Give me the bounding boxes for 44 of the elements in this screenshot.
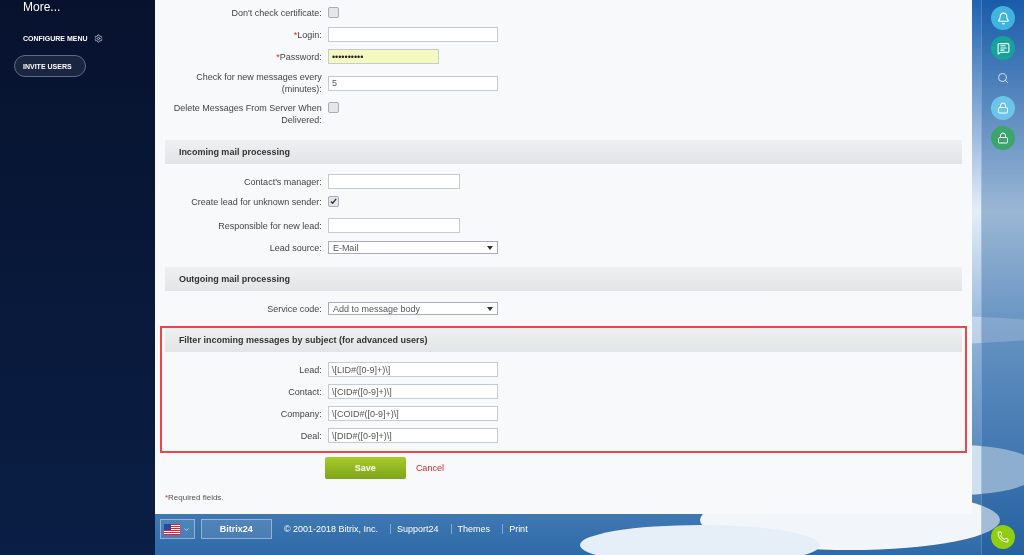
input-field[interactable]: \[DID#([0-9]+)\] — [327, 428, 498, 443]
field-label: *Password: — [275, 50, 323, 63]
field-label: Contact: — [287, 385, 323, 398]
field-label: Deal: — [299, 429, 323, 442]
field-label: Check for new messages every (minutes): — [195, 71, 323, 95]
field-label: Delete Messages From Server When Delivered: — [172, 102, 323, 126]
section-heading: Incoming mail processing — [164, 140, 962, 164]
settings-icon[interactable] — [93, 34, 103, 43]
field-label: Lead: — [298, 363, 323, 376]
checkbox[interactable] — [327, 7, 339, 18]
menu-item[interactable]: More... — [23, 0, 141, 14]
input-field[interactable] — [327, 27, 498, 42]
field-label: Create lead for unknown sender: — [190, 196, 323, 208]
field-label: Don't check certificate: — [230, 6, 323, 19]
flag-icon — [164, 523, 181, 535]
input-field[interactable] — [327, 218, 460, 233]
dropdown[interactable]: Add to message body — [327, 302, 498, 315]
language-button[interactable] — [159, 519, 195, 539]
section-heading: Filter incoming messages by subject (for advanced users) — [164, 328, 962, 352]
input-field[interactable]: \[COID#([0-9]+)\] — [327, 406, 498, 421]
checkbox[interactable] — [327, 196, 339, 207]
input-field[interactable] — [327, 174, 460, 189]
field-label: Service code: — [266, 302, 323, 315]
password-field[interactable]: •••••••••• — [327, 49, 439, 64]
caret-icon — [486, 245, 493, 250]
brand-button[interactable]: Bitrix24 — [200, 519, 272, 539]
section-heading: Outgoing mail processing — [164, 267, 962, 291]
cancel-link[interactable]: Cancel — [415, 463, 444, 473]
dropdown[interactable]: E-Mail — [327, 241, 498, 254]
field-label: Company: — [279, 407, 323, 420]
footer-link[interactable]: Support24 — [390, 524, 445, 534]
footer-link[interactable]: Themes — [450, 524, 497, 534]
footer-link[interactable]: Print — [502, 524, 534, 534]
input-field[interactable]: 5 — [327, 75, 498, 91]
input-field[interactable]: \[LID#([0-9]+)\] — [327, 362, 498, 377]
caret-icon — [183, 525, 191, 533]
copyright-text: © 2001-2018 Bitrix, Inc. — [282, 524, 380, 534]
field-label: Lead source: — [268, 241, 323, 254]
required-note: *Required fields. — [164, 493, 224, 502]
input-field[interactable]: \[CID#([0-9]+)\] — [327, 384, 498, 399]
checkbox[interactable] — [327, 102, 339, 113]
field-label: Responsible for new lead: — [217, 219, 323, 232]
field-label: Contact's manager: — [243, 175, 323, 188]
field-label: *Login: — [292, 28, 323, 41]
